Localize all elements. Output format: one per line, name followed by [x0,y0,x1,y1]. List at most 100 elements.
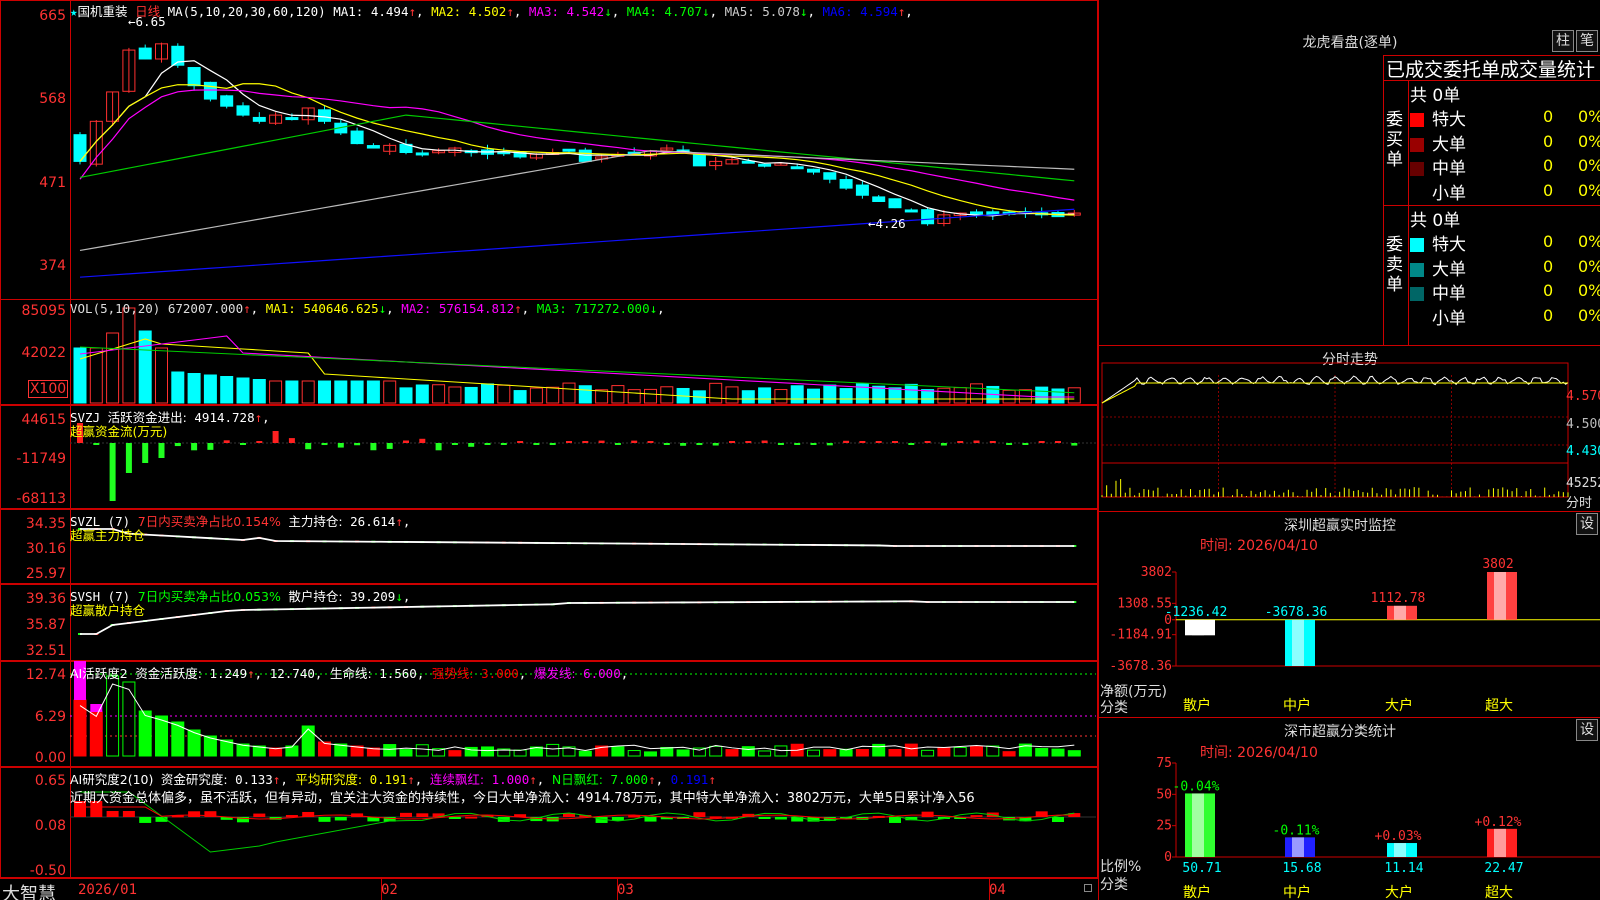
volume-bar [774,389,788,404]
sz-class-xtitle: 分类 [1100,877,1128,893]
volume-bar [1051,388,1065,404]
x-axis [0,878,1098,900]
volume-bar [318,380,331,404]
flow-bar [892,441,898,443]
candle-body [366,145,380,149]
bar-mode-button[interactable]: 柱 [1552,30,1574,52]
volume-bar [399,387,413,404]
volume-bar [448,386,462,404]
volume-bar [350,380,364,404]
research-bar [644,817,657,822]
category-label: 大户 [1385,884,1413,900]
vol-tick: 42022 [21,345,66,361]
holding-line [80,528,1075,547]
ai-tick: 0.00 [34,750,66,766]
volume-bar [366,380,380,404]
flow-bar [517,441,524,443]
activity-bar [953,747,967,757]
volume-bar [611,385,625,404]
lock-icon[interactable] [1084,884,1092,892]
activity-bar [513,749,527,757]
ar-tick: 0.65 [34,773,66,789]
sz-class-chart: 75 50 25 0 -0.04% 散户 -0.11% 中户 +0.03% 大户 +0.12% 超大 5… [1156,756,1600,900]
ai-tick: 6.29 [34,709,66,725]
bar-highlight [1394,605,1406,620]
svsh-sub: 超赢散户持仓 [70,603,146,618]
activity-bar [1067,750,1081,757]
order-row: 小单 [1410,304,1466,329]
activity-bar [627,750,641,757]
order-count: 0 [1543,107,1554,126]
research-bar [285,815,298,818]
flow-bar [631,440,638,443]
flow-bar [1055,441,1061,443]
flow-bar [1006,443,1013,445]
y-tick: 3802 [1141,565,1172,580]
x-label: 03 [617,882,634,898]
order-count: 0 [1543,180,1554,200]
volume-bar [1035,386,1049,404]
flow-bar [696,443,703,446]
candle-body [823,172,837,180]
indicator-item: MA3: 4.542↓ [528,4,612,19]
activity-bar [383,744,397,757]
order-pct: 0% [1578,156,1600,175]
y-tick: 0 [1164,850,1172,865]
activity-bar [546,743,560,757]
ar-tick: 0.08 [34,818,66,834]
svzj-tick: -11749 [16,451,66,467]
order-pct: 0% [1578,281,1600,300]
vol-header: VOL(5,10,20) 672007.000↑, MA1: 540646.62… [70,301,665,316]
flow-bar [109,443,116,501]
candle-body [350,130,364,145]
indicator-item: MA3: 717272.000↓ [536,301,658,316]
vol-unit[interactable]: X100 [28,380,68,398]
flow-bar [207,443,214,450]
volume-bar [203,374,217,404]
flow-bar [566,441,572,443]
indicator-item: MA2: 4.502↑ [431,4,514,19]
volume-bar [106,332,120,404]
price-chart[interactable] [0,0,1098,300]
flow-bar [288,438,295,443]
candle-body [692,153,706,167]
flow-bar [533,443,540,445]
bar-value-label: -1236.42 [1165,605,1228,620]
intraday-chart[interactable] [1098,345,1600,511]
candle-body [904,209,918,213]
activity-bar [1051,748,1065,757]
candle-body [236,105,250,116]
flow-bar [354,443,361,446]
pen-mode-button[interactable]: 笔 [1576,30,1598,52]
activity-bar [155,715,168,757]
vol-tick: 85095 [21,303,66,319]
flow-bar [614,443,621,445]
candle-body [285,117,299,121]
candle-body [203,81,217,100]
favorite-star-icon[interactable]: ★ [70,4,78,19]
activity-bar [1002,751,1016,757]
candle-body [252,116,266,122]
svzl-tick: 30.16 [25,541,66,557]
activity-bar [301,725,315,757]
activity-bar [970,745,983,757]
flow-bar [794,443,801,445]
activity-bar [888,748,902,757]
candle-body [187,67,201,87]
volume-bar [187,373,201,404]
activity-bar [138,710,152,757]
volume-bar [138,330,152,404]
activity-bar [725,749,739,757]
activity-bar [415,744,429,757]
volume-bar [562,382,576,404]
flow-bar [484,443,491,445]
bar-value-label: +0.12% [1475,815,1522,830]
price-tick: 471 [39,175,66,191]
volume-bar [921,389,935,404]
candle-body [562,148,576,152]
bar-highlight [1494,828,1506,857]
activity-bar [578,750,592,757]
category-label: 超大 [1485,698,1513,714]
volume-bar [888,387,902,404]
x-label: 04 [989,882,1006,898]
